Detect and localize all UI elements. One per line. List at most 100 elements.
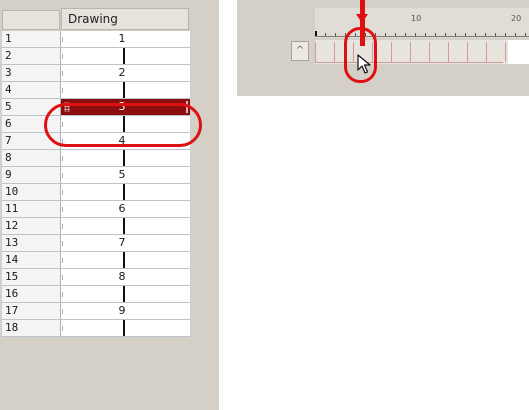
xsheet-row[interactable]: 11: [2, 31, 190, 48]
frame-number-cell: 10: [2, 184, 61, 200]
ruler-tick: [395, 33, 396, 36]
xsheet-row[interactable]: 18: [2, 320, 190, 337]
hold-line: [123, 218, 125, 234]
drawing-column-title: Drawing: [68, 12, 118, 26]
xsheet-row[interactable]: 16: [2, 286, 190, 303]
cell-tick: [62, 275, 63, 280]
frame-number-cell: 11: [2, 201, 61, 217]
frame-number: 9: [5, 168, 12, 181]
cell-tick: [62, 190, 63, 195]
frame-number-cell: 13: [2, 235, 61, 251]
frame-number-cell: 4: [2, 82, 61, 98]
ruler-tick: [465, 33, 466, 36]
xsheet-row[interactable]: 12: [2, 218, 190, 235]
drawing-cell-value[interactable]: 7: [112, 236, 132, 249]
xsheet-header-spacer: [190, 8, 219, 30]
frame-number-cell: 15: [2, 269, 61, 285]
frame-number-cell: 1: [2, 31, 61, 47]
frame-cell-divider: [429, 42, 430, 62]
cell-tick: [62, 173, 63, 178]
frame-number: 10: [5, 185, 19, 198]
drawing-cell-value[interactable]: 2: [112, 66, 132, 79]
ruler-tick: [435, 33, 436, 36]
timeline-panel: 10 20 ^: [237, 0, 529, 96]
ruler-tick: [485, 33, 486, 36]
xsheet-row[interactable]: 14: [2, 252, 190, 269]
cell-tick: [62, 88, 63, 93]
frame-number: 1: [5, 32, 12, 45]
frame-number: 4: [5, 83, 12, 96]
hold-line: [123, 184, 125, 200]
frame-number: 13: [5, 236, 19, 249]
cell-tick: [62, 326, 63, 331]
xsheet-row[interactable]: 10: [2, 184, 190, 201]
drawing-cell-value[interactable]: 5: [112, 168, 132, 181]
xsheet-row[interactable]: 2: [2, 48, 190, 65]
hold-line: [123, 286, 125, 302]
up-arrow-icon[interactable]: ^: [291, 41, 309, 61]
ruler-tick: [415, 33, 416, 36]
cell-tick: [62, 241, 63, 246]
frame-number-cell: 14: [2, 252, 61, 268]
ruler-tick: [455, 33, 456, 36]
frame-number: 8: [5, 151, 12, 164]
drawing-cell-value[interactable]: 1: [112, 32, 132, 45]
drawing-column-header[interactable]: Drawing: [61, 8, 189, 30]
frame-number: 14: [5, 253, 19, 266]
frame-number: 17: [5, 304, 19, 317]
drawing-cell-value[interactable]: 9: [112, 304, 132, 317]
frame-number: 11: [5, 202, 19, 215]
ruler-tick: [515, 33, 516, 36]
frame-cell-divider: [448, 42, 449, 62]
ruler-label-10: 10: [411, 14, 422, 23]
cell-tick: [62, 54, 63, 59]
xsheet-row[interactable]: 13 7: [2, 235, 190, 252]
track-end-area: [508, 40, 529, 64]
xsheet-row[interactable]: 4: [2, 82, 190, 99]
ruler-tick: [495, 33, 496, 36]
frame-number: 15: [5, 270, 19, 283]
xsheet-rows: 1 1 2 3 2 4 5 3 6 7 4 8 9 5 10 11 6 12 13 7 14 15 8 16 17 9 18: [2, 31, 190, 337]
frame-cell-divider: [505, 42, 506, 62]
xsheet-row[interactable]: 32: [2, 65, 190, 82]
cell-tick: [62, 292, 63, 297]
frame-number: 12: [5, 219, 19, 232]
frame-number: 7: [5, 134, 12, 147]
hold-line: [123, 150, 125, 166]
hold-line: [123, 82, 125, 98]
xsheet-row[interactable]: 15 8: [2, 269, 190, 286]
frame-number: 16: [5, 287, 19, 300]
frame-cell-divider: [486, 42, 487, 62]
drawing-cell-value[interactable]: 8: [112, 270, 132, 283]
ruler-tick: [385, 33, 386, 36]
xsheet-panel: Drawing 1 1 2 3 2 4 5 3 6 7 4 8 9 5 10 11 6 12 13 7 14 15 8 16 1…: [0, 0, 219, 410]
frame-number-cell: 2: [2, 48, 61, 64]
drawing-cell-value[interactable]: 6: [112, 202, 132, 215]
mouse-cursor-icon: [357, 54, 371, 74]
ruler-tick: [425, 33, 426, 36]
frame-number: 18: [5, 321, 19, 334]
frame-number-cell: 8: [2, 150, 61, 166]
cell-tick: [62, 37, 63, 42]
xsheet-row[interactable]: 11 6: [2, 201, 190, 218]
cell-tick: [62, 71, 63, 76]
cell-tick: [62, 309, 63, 314]
frame-number-cell: 17: [2, 303, 61, 319]
frame-number-cell: 12: [2, 218, 61, 234]
xsheet-row[interactable]: 95: [2, 167, 190, 184]
frame-number-cell: 3: [2, 65, 61, 81]
xsheet-row[interactable]: 8: [2, 150, 190, 167]
frame-cell-divider: [315, 42, 316, 62]
cell-tick: [62, 207, 63, 212]
frame-cell-divider: [391, 42, 392, 62]
frame-number: 2: [5, 49, 12, 62]
hold-line: [123, 48, 125, 64]
ruler-tick: [335, 33, 336, 36]
frame-number: 6: [5, 117, 12, 130]
selected-cell-highlight-ring: [44, 103, 202, 147]
cell-tick: [62, 156, 63, 161]
cell-tick: [62, 224, 63, 229]
ruler-label-20: 20: [511, 14, 522, 23]
xsheet-row[interactable]: 17 9: [2, 303, 190, 320]
hold-line: [123, 252, 125, 268]
